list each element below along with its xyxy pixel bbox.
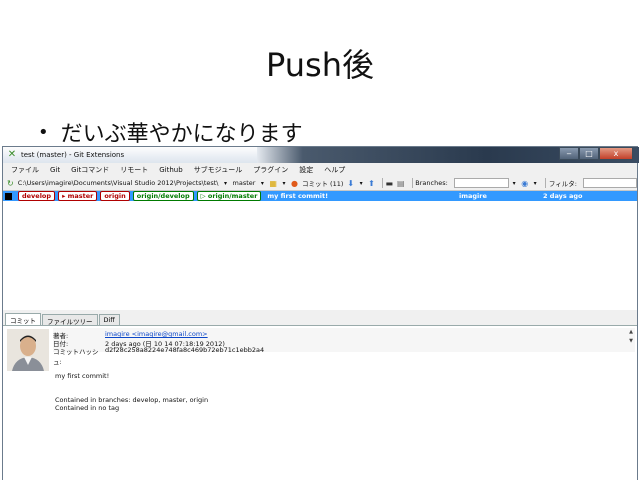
branch-tag-origin[interactable]: origin <box>100 191 130 201</box>
commit-message: my first commit! <box>267 192 329 200</box>
pull-icon[interactable]: ⬇ <box>347 179 354 188</box>
dropdown-arrow-icon[interactable]: ▾ <box>511 179 517 188</box>
settings-icon[interactable]: ▤ <box>397 179 405 188</box>
menu-submodules[interactable]: サブモジュール <box>194 165 243 175</box>
remote-tag-origin-master-label: origin/master <box>207 192 258 200</box>
git-extensions-window: ✕ test (master) - Git Extensions ‒ □ x フ… <box>2 146 639 480</box>
commit-button[interactable]: コミット (11) <box>302 178 343 188</box>
commit-row[interactable]: develop ▸ master origin origin/develop ▷… <box>3 191 637 201</box>
window-controls: ‒ □ x <box>559 147 633 160</box>
commit-author: imagire <box>459 192 487 200</box>
menu-file[interactable]: ファイル <box>11 165 39 175</box>
dropdown-arrow-icon[interactable]: ▾ <box>281 179 287 188</box>
toolbar-separator <box>545 178 546 188</box>
title-bar[interactable]: ✕ test (master) - Git Extensions ‒ □ x <box>3 147 639 163</box>
menu-settings[interactable]: 設定 <box>299 165 313 175</box>
filter-input[interactable] <box>582 178 637 188</box>
commit-details-panel: 著者: imagire <imagire@gmail.com> 日付: 2 da… <box>3 325 637 480</box>
console-icon[interactable]: ▬ <box>385 179 393 188</box>
tab-diff[interactable]: Diff <box>98 314 120 325</box>
menu-git[interactable]: Git <box>50 166 60 174</box>
menu-help[interactable]: ヘルプ <box>324 165 345 175</box>
scroll-up-icon[interactable]: ▲ <box>629 328 633 337</box>
tab-file-tree[interactable]: ファイルツリー <box>42 314 98 326</box>
toolbar: ↻ C:\Users\imagire\Documents\Visual Stud… <box>3 176 637 191</box>
slide-title: Push後 <box>266 46 374 84</box>
commit-body-message: my first commit! <box>55 372 110 380</box>
contained-branches: Contained in branches: develop, master, … <box>55 396 209 404</box>
branch-tag-master[interactable]: ▸ master <box>58 191 98 201</box>
menu-bar: ファイル Git Gitコマンド リモート Github サブモジュール プラグ… <box>3 163 637 176</box>
repository-path[interactable]: C:\Users\imagire\Documents\Visual Studio… <box>18 179 219 187</box>
menu-git-commands[interactable]: Gitコマンド <box>71 165 109 175</box>
toolbar-separator <box>411 178 413 188</box>
slide-bullet-text: だいぶ華やかになります <box>60 122 303 147</box>
scroll-down-icon[interactable]: ▼ <box>629 337 633 346</box>
refresh-icon[interactable]: ↻ <box>7 179 14 188</box>
tab-commit[interactable]: コミット <box>5 313 41 325</box>
branches-label: Branches: <box>415 179 448 187</box>
hash-label: コミットハッシュ: <box>53 348 99 366</box>
hash-row: コミットハッシュ: d2f28c258a8224e748fa8c469b72eb… <box>53 346 264 366</box>
branch-selector[interactable]: master <box>233 179 256 187</box>
tracking-arrow-icon: ▷ <box>200 192 208 200</box>
remote-tag-origin-master[interactable]: ▷ origin/master <box>196 191 262 201</box>
menu-plugins[interactable]: プラグイン <box>253 165 288 175</box>
bullet-dot-icon: • <box>38 121 49 143</box>
git-extensions-logo-icon: ✕ <box>7 149 17 160</box>
dropdown-arrow-icon[interactable]: ▾ <box>358 179 364 188</box>
dropdown-arrow-icon[interactable]: ▾ <box>532 179 538 188</box>
dropdown-arrow-icon[interactable]: ▾ <box>223 179 229 188</box>
commit-icon[interactable]: ● <box>291 179 298 188</box>
menu-github[interactable]: Github <box>159 166 182 174</box>
menu-remote[interactable]: リモート <box>120 165 148 175</box>
filter-label: フィルタ: <box>548 180 577 188</box>
commit-date: 2 days ago <box>543 192 583 200</box>
hash-value[interactable]: d2f28c258a8224e748fa8c469b72eb71c1ebb2a4 <box>105 346 264 366</box>
revision-grid[interactable]: develop ▸ master origin origin/develop ▷… <box>3 191 637 310</box>
push-icon[interactable]: ⬆ <box>368 179 375 188</box>
slide-bullet: • だいぶ華やかになります <box>38 116 303 148</box>
avatar <box>7 329 49 371</box>
branch-tag-master-label: master <box>67 192 94 200</box>
maximize-button[interactable]: □ <box>579 147 599 160</box>
window-title: test (master) - Git Extensions <box>21 151 125 159</box>
dropdown-arrow-icon[interactable]: ▾ <box>259 179 265 188</box>
minimize-button[interactable]: ‒ <box>559 147 579 160</box>
graph-node-icon <box>5 192 12 200</box>
detail-tabs: コミット ファイルツリー Diff <box>3 313 637 326</box>
author-photo-icon <box>7 329 49 371</box>
toolbar-separator <box>381 178 383 188</box>
remote-tag-origin-develop[interactable]: origin/develop <box>132 191 194 201</box>
header-scrollbar[interactable]: ▲ ▼ <box>629 328 633 346</box>
branches-filter-input[interactable] <box>453 178 510 188</box>
search-icon[interactable]: ◉ <box>521 179 528 188</box>
branch-tag-develop[interactable]: develop <box>18 191 56 201</box>
stash-icon[interactable]: ▦ <box>269 179 277 188</box>
contained-tags: Contained in no tag <box>55 404 120 412</box>
close-button[interactable]: x <box>599 147 633 160</box>
